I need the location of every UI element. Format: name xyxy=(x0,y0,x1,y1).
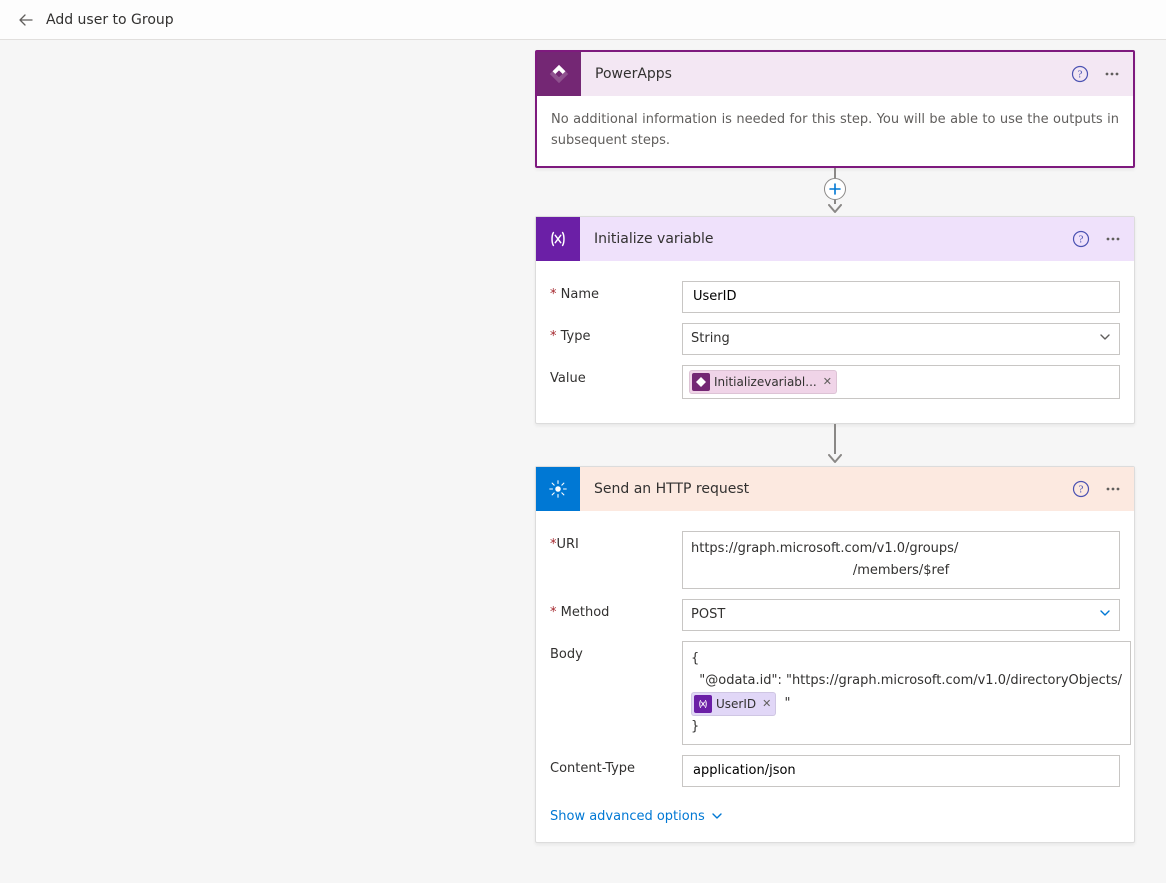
help-button[interactable]: ? xyxy=(1066,474,1096,504)
add-step-button[interactable] xyxy=(824,178,846,200)
name-label: * Name xyxy=(550,281,670,302)
help-button[interactable]: ? xyxy=(1065,59,1095,89)
variable-token[interactable]: UserID ✕ xyxy=(691,692,776,716)
name-input[interactable] xyxy=(682,281,1120,313)
card-header[interactable]: Initialize variable ? xyxy=(536,217,1134,261)
topbar: Add user to Group xyxy=(0,0,1166,40)
connector xyxy=(834,424,836,466)
card-header[interactable]: PowerApps ? xyxy=(537,52,1133,96)
chevron-down-icon xyxy=(1099,607,1111,623)
token-remove-button[interactable]: ✕ xyxy=(823,376,832,387)
uri-label: *URI xyxy=(550,531,670,552)
page-title: Add user to Group xyxy=(46,12,174,28)
variable-token-icon xyxy=(694,695,712,713)
flow-canvas: PowerApps ? xyxy=(0,40,1166,883)
menu-button[interactable] xyxy=(1098,474,1128,504)
http-icon xyxy=(536,467,580,511)
variable-icon xyxy=(536,217,580,261)
token-remove-button[interactable]: ✕ xyxy=(762,698,771,709)
method-select[interactable]: POST xyxy=(682,599,1120,631)
chevron-down-icon xyxy=(711,810,723,822)
card-body-text: No additional information is needed for … xyxy=(537,96,1133,166)
ellipsis-icon xyxy=(1104,480,1122,498)
card-title: PowerApps xyxy=(581,66,1065,82)
type-select-value: String xyxy=(691,331,730,346)
ellipsis-icon xyxy=(1104,230,1122,248)
chevron-down-icon xyxy=(1099,331,1111,347)
arrow-down-icon xyxy=(828,204,842,216)
svg-text:?: ? xyxy=(1079,483,1084,495)
method-label: * Method xyxy=(550,599,670,620)
arrow-down-icon xyxy=(828,454,842,466)
show-advanced-options-link[interactable]: Show advanced options xyxy=(550,805,723,828)
method-select-value: POST xyxy=(691,607,725,622)
type-select[interactable]: String xyxy=(682,323,1120,355)
value-label: Value xyxy=(550,365,670,386)
http-request-card[interactable]: Send an HTTP request ? xyxy=(535,466,1135,843)
powerapps-icon xyxy=(537,52,581,96)
back-button[interactable] xyxy=(12,6,40,34)
content-type-input-field[interactable] xyxy=(691,762,1111,779)
content-type-label: Content-Type xyxy=(550,755,670,776)
card-title: Send an HTTP request xyxy=(580,481,1066,497)
value-input[interactable]: Initializevariabl... ✕ xyxy=(682,365,1120,399)
body-label: Body xyxy=(550,641,670,662)
connector xyxy=(834,168,836,216)
powerapps-trigger-card[interactable]: PowerApps ? xyxy=(535,50,1135,168)
menu-button[interactable] xyxy=(1097,59,1127,89)
name-input-field[interactable] xyxy=(691,288,1111,305)
token-text: UserID xyxy=(716,698,756,710)
help-icon: ? xyxy=(1072,230,1090,248)
help-icon: ? xyxy=(1072,480,1090,498)
svg-text:?: ? xyxy=(1079,233,1084,245)
ellipsis-icon xyxy=(1103,65,1121,83)
token-text: Initializevariabl... xyxy=(714,376,817,388)
menu-button[interactable] xyxy=(1098,224,1128,254)
help-icon: ? xyxy=(1071,65,1089,83)
plus-icon xyxy=(829,183,841,195)
powerapps-token-icon xyxy=(692,373,710,391)
initialize-variable-card[interactable]: Initialize variable ? xyxy=(535,216,1135,424)
uri-input[interactable]: https://graph.microsoft.com/v1.0/groups/… xyxy=(682,531,1120,589)
help-button[interactable]: ? xyxy=(1066,224,1096,254)
card-header[interactable]: Send an HTTP request ? xyxy=(536,467,1134,511)
type-label: * Type xyxy=(550,323,670,344)
svg-text:?: ? xyxy=(1078,69,1083,81)
powerapps-token[interactable]: Initializevariabl... ✕ xyxy=(689,370,837,394)
arrow-left-icon xyxy=(18,12,34,28)
content-type-input[interactable] xyxy=(682,755,1120,787)
body-input[interactable]: { "@odata.id": "https://graph.microsoft.… xyxy=(682,641,1131,745)
card-title: Initialize variable xyxy=(580,231,1066,247)
